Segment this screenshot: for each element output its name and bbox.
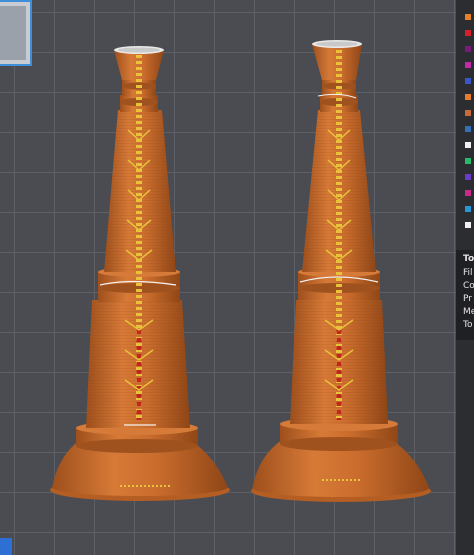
color-swatch[interactable] [465, 206, 471, 212]
3d-viewport[interactable] [0, 0, 474, 555]
color-swatch[interactable] [465, 222, 471, 228]
status-indicator [0, 538, 12, 555]
legend-row-color: Co [463, 281, 474, 291]
legend-row-material: Me [463, 307, 474, 317]
color-swatch[interactable] [465, 174, 471, 180]
legend-row-print: Pr [463, 294, 472, 304]
right-horn[interactable] [251, 40, 431, 502]
legend-section: To Fil Co Pr Me To [456, 250, 474, 340]
color-swatch[interactable] [465, 14, 471, 20]
right-side-panel: To Fil Co Pr Me To [456, 0, 474, 555]
color-swatch[interactable] [465, 46, 471, 52]
color-swatch[interactable] [465, 62, 471, 68]
color-swatch[interactable] [465, 30, 471, 36]
color-swatch[interactable] [465, 158, 471, 164]
color-swatch[interactable] [465, 110, 471, 116]
color-swatch[interactable] [465, 142, 471, 148]
color-swatch[interactable] [465, 94, 471, 100]
object-thumbnail[interactable] [0, 0, 32, 66]
color-swatch[interactable] [465, 78, 471, 84]
thumbnail-preview [0, 6, 26, 60]
left-horn[interactable] [50, 46, 230, 501]
legend-title: To [463, 254, 474, 264]
legend-row-total: To [463, 320, 473, 330]
color-swatch[interactable] [465, 190, 471, 196]
color-swatch[interactable] [465, 126, 471, 132]
legend-row-filament: Fil [463, 268, 473, 278]
